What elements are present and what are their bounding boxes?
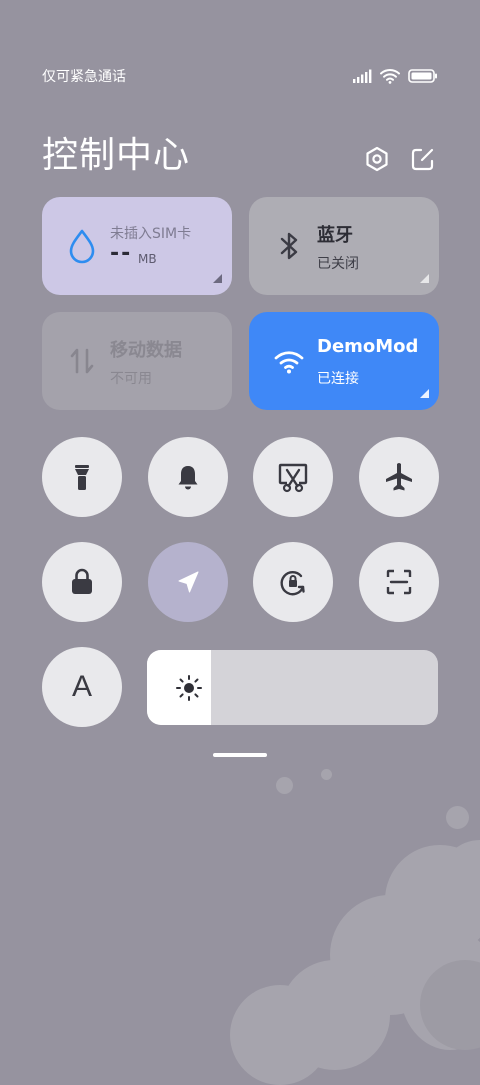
bluetooth-tile[interactable]: 蓝牙 已关闭: [249, 197, 439, 295]
lock-icon: [72, 568, 92, 594]
screenshot-icon: [278, 463, 308, 493]
page-title: 控制中心: [42, 135, 191, 176]
silent-mode-toggle[interactable]: [148, 437, 228, 517]
expand-corner: [420, 389, 429, 398]
font-size-toggle[interactable]: A: [42, 647, 122, 727]
data-usage-unit: MB: [138, 252, 157, 266]
rotation-lock-toggle[interactable]: [253, 542, 333, 622]
flashlight-toggle[interactable]: [42, 437, 122, 517]
wifi-status: 已连接: [317, 371, 359, 387]
status-icons: [352, 68, 438, 84]
flashlight-icon: [75, 465, 89, 490]
airplane-mode-toggle[interactable]: [359, 437, 439, 517]
wifi-network-name: DemoMod: [317, 336, 419, 357]
data-usage-value: --: [110, 241, 133, 266]
location-toggle[interactable]: [148, 542, 228, 622]
drag-handle[interactable]: [213, 753, 267, 757]
settings-icon[interactable]: [364, 146, 390, 172]
expand-corner: [420, 274, 429, 283]
carrier-status-text: 仅可紧急通话: [42, 69, 126, 85]
bell-icon: [178, 466, 198, 490]
data-arrows-icon: [70, 348, 94, 374]
wifi-icon: [380, 68, 400, 84]
brightness-slider[interactable]: [147, 650, 438, 725]
sun-icon: [176, 675, 202, 701]
sim-status-label: 未插入SIM卡: [110, 226, 192, 242]
lock-screen-toggle[interactable]: [42, 542, 122, 622]
location-icon: [178, 571, 199, 593]
scanner-toggle[interactable]: [359, 542, 439, 622]
data-usage-tile[interactable]: 未插入SIM卡 -- MB: [42, 197, 232, 295]
wifi-tile[interactable]: DemoMod 已连接: [249, 312, 439, 410]
scan-icon: [386, 569, 412, 595]
screenshot-toggle[interactable]: [253, 437, 333, 517]
bluetooth-label: 蓝牙: [317, 225, 353, 246]
font-toggle-label: A: [71, 670, 92, 703]
signal-icon: [353, 69, 372, 83]
mobile-data-label: 移动数据: [110, 340, 182, 361]
rotation-lock-icon: [280, 571, 305, 596]
airplane-icon: [386, 463, 412, 491]
battery-icon: [408, 69, 437, 83]
expand-corner: [213, 274, 222, 283]
edit-icon[interactable]: [410, 146, 436, 172]
mobile-data-tile[interactable]: 移动数据 不可用: [42, 312, 232, 410]
bluetooth-status: 已关闭: [317, 256, 359, 272]
water-drop-icon: [69, 229, 95, 264]
bluetooth-icon: [280, 232, 298, 260]
mobile-data-status: 不可用: [110, 371, 152, 387]
status-bar: 仅可紧急通话: [42, 64, 438, 88]
wifi-icon: [274, 351, 304, 374]
